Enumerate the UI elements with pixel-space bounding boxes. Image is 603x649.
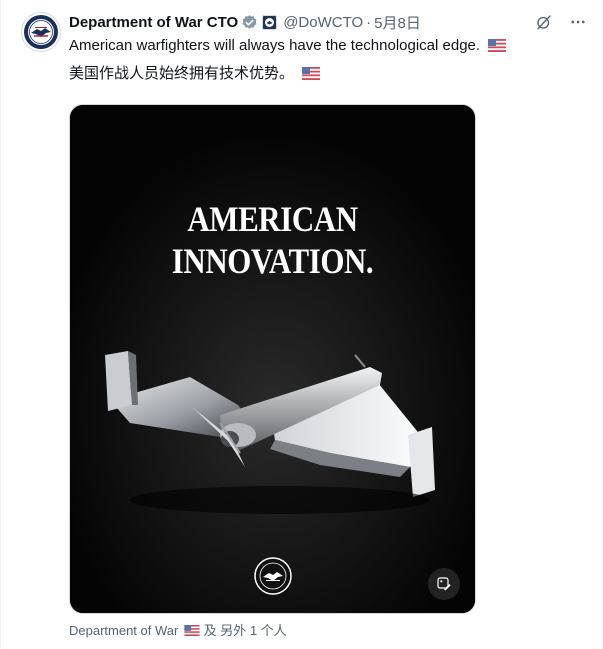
user-handle[interactable]: @DoWCTO [283, 14, 363, 31]
tweet-text-chinese: 美国作战人员始终拥有技术优势。 [69, 65, 295, 82]
poster-headline: AMERICAN INNOVATION. [171, 199, 374, 281]
edit-image-icon[interactable] [428, 568, 460, 600]
tweet-text-english: American warfighters will always have th… [69, 37, 481, 54]
tweet-media-image[interactable]: AMERICAN INNOVATION. [69, 104, 476, 614]
tweet-header: Department of War CTO @DoWCTO · 5月8日 [69, 12, 421, 32]
department-seal-icon [254, 557, 292, 595]
tweet-container: Department of War CTO @DoWCTO · 5月8日 Ame… [0, 0, 603, 649]
more-icon[interactable] [568, 12, 588, 32]
us-flag-icon [488, 38, 507, 58]
grok-icon[interactable] [534, 12, 554, 32]
separator-dot: · [366, 13, 372, 31]
post-date[interactable]: 5月8日 [374, 12, 421, 33]
tagged-users[interactable]: Department of War 及 另外 1 个人 [69, 620, 287, 639]
tweet-text-line-1: American warfighters will always have th… [69, 36, 507, 58]
tagged-others: 及 另外 1 个人 [203, 623, 287, 638]
display-name[interactable]: Department of War CTO [69, 14, 238, 31]
verified-badge-icon[interactable] [241, 14, 258, 31]
department-seal-icon [24, 15, 58, 49]
tagged-user-name: Department of War [69, 623, 179, 638]
tweet-actions-top [534, 12, 588, 32]
avatar[interactable] [21, 12, 61, 52]
drone-poster-image [70, 105, 475, 613]
tweet-text-line-2: 美国作战人员始终拥有技术优势。 [69, 64, 321, 86]
affiliate-badge-icon[interactable] [262, 14, 278, 30]
us-flag-icon [184, 624, 200, 639]
us-flag-icon [302, 66, 321, 86]
